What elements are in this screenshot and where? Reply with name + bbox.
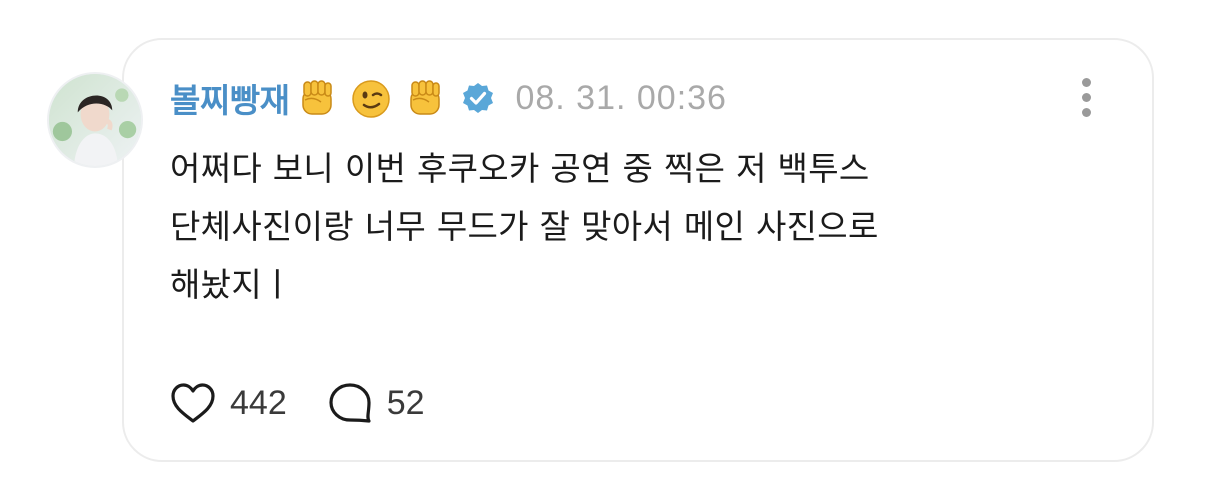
- post-text-line: 단체사진이랑 너무 무드가 잘 맞아서 메인 사진으로: [170, 207, 879, 246]
- more-options-button[interactable]: [1076, 78, 1096, 118]
- like-button[interactable]: 442: [170, 382, 287, 424]
- like-count: 442: [230, 383, 287, 422]
- author-emojis: [295, 76, 457, 120]
- heart-icon: [171, 383, 215, 423]
- post-text: 어쩌다 보니 이번 후쿠오카 공연 중 찍은 저 백투스 단체사진이랑 너무 무…: [170, 140, 1090, 314]
- more-vertical-icon-dot: [1081, 93, 1091, 102]
- post-header: 볼찌빵재 08. 31. 00:36: [170, 72, 727, 124]
- post-timestamp: 08. 31. 00:36: [515, 78, 727, 117]
- wink-emoji-icon: [349, 76, 393, 120]
- fist-emoji-icon: [403, 76, 447, 120]
- comment-count: 52: [386, 383, 425, 422]
- post-actions: 442 52: [170, 378, 465, 428]
- fist-emoji-icon: [295, 76, 339, 120]
- author-name[interactable]: 볼찌빵재: [170, 74, 290, 122]
- comment-button[interactable]: 52: [327, 381, 425, 425]
- post-text-line: 해놨지ㅣ: [170, 265, 293, 304]
- avatar-image: [49, 74, 141, 166]
- avatar[interactable]: [47, 72, 143, 168]
- post-text-line: 어쩌다 보니 이번 후쿠오카 공연 중 찍은 저 백투스: [170, 149, 870, 188]
- comment-bubble-icon: [329, 383, 371, 423]
- more-vertical-icon: [1081, 78, 1091, 87]
- verified-badge-icon: [461, 81, 495, 115]
- more-vertical-icon-dot: [1081, 108, 1091, 117]
